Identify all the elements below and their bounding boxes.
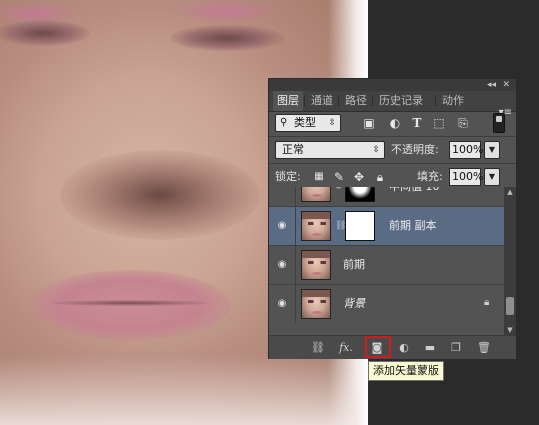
panel-title-bar[interactable]: ◂◂ ✕ (269, 79, 516, 91)
eye-icon: ◉ (277, 298, 287, 309)
image-filter-icon[interactable]: ▣ (361, 115, 377, 131)
chin-highlight (0, 355, 368, 425)
fill-input[interactable]: 100% (449, 168, 484, 186)
left-eyelid-makeup (0, 2, 80, 22)
chevron-updown-icon: ⇳ (372, 145, 380, 155)
tab-divider (435, 95, 436, 107)
search-icon: ⚲ (280, 117, 288, 128)
eye-icon: ◉ (277, 220, 287, 231)
lip-line (50, 300, 210, 306)
divider (269, 163, 516, 164)
lock-all-icon[interactable]: 🔒︎ (372, 169, 388, 185)
layers-panel: ◂◂ ✕ 图层 通道 路径 历史记录 动作 ▾≡ ⚲ 类型 ⇳ ▣ ◐ T ⬚ … (268, 78, 517, 359)
add-mask-highlight (365, 336, 391, 358)
new-layer-icon[interactable]: ❐ (447, 339, 465, 357)
nose-shadow (60, 150, 260, 240)
visibility-toggle[interactable]: ◉ (269, 246, 296, 284)
layer-mask-thumbnail[interactable] (345, 187, 375, 202)
tab-paths[interactable]: 路径 (341, 91, 371, 111)
blend-mode-value: 正常 (282, 143, 304, 156)
tooltip: 添加矢量蒙版 (368, 361, 444, 381)
collapse-panel-icon[interactable]: ◂◂ (487, 79, 496, 91)
tab-divider (304, 95, 305, 107)
layer-name: 前期 副本 (389, 219, 437, 232)
layer-row-early[interactable]: ◉ 前期 (269, 245, 504, 284)
layer-mask-thumbnail[interactable] (345, 211, 375, 241)
fill-slider-button[interactable]: ▼ (484, 168, 500, 186)
right-eye (170, 25, 285, 51)
visibility-toggle[interactable]: ◉ (269, 207, 296, 245)
panel-bottom-bar: ⛓ fx. ◙ ◐ ▬ ❐ 🗑︎ (269, 335, 516, 359)
fx-icon[interactable]: fx. (337, 339, 355, 357)
opacity-slider-button[interactable]: ▼ (484, 141, 500, 159)
adjustment-layer-icon[interactable]: ◐ (395, 339, 413, 357)
layer-name: 中间值 10 (389, 187, 440, 206)
layer-list-scrollbar[interactable]: ▲ ▼ (504, 187, 516, 335)
shape-filter-icon[interactable]: ⬚ (431, 115, 447, 131)
adjustment-filter-icon[interactable]: ◐ (387, 115, 403, 131)
layer-row-median[interactable]: ↺ 中间值 10 (269, 187, 504, 206)
opacity-label: 不透明度: (391, 143, 439, 156)
link-icon[interactable]: ⛓ (309, 339, 327, 357)
opacity-value: 100% (452, 143, 484, 156)
tab-actions[interactable]: 动作 (438, 91, 472, 111)
filter-kind-label: 类型 (294, 116, 316, 129)
tab-divider (372, 95, 373, 107)
layer-name: 背景 (343, 297, 365, 310)
lock-transparency-icon[interactable]: ▦ (311, 169, 327, 185)
type-filter-icon[interactable]: T (409, 115, 425, 131)
close-panel-icon[interactable]: ✕ (502, 79, 510, 91)
layer-list: ↺ 中间值 10 ◉ ⛓ 前期 副本 ◉ 前期 ◉ (269, 187, 504, 335)
visibility-toggle[interactable] (269, 187, 296, 206)
fill-label: 填充: (417, 170, 443, 183)
visibility-toggle[interactable]: ◉ (269, 285, 296, 323)
group-folder-icon[interactable]: ▬ (421, 339, 439, 357)
panel-tabs: 图层 通道 路径 历史记录 动作 ▾≡ (269, 91, 516, 118)
tab-channels[interactable]: 通道 (307, 91, 337, 111)
tab-divider (338, 95, 339, 107)
scroll-up-icon[interactable]: ▲ (504, 187, 516, 197)
chevron-updown-icon: ⇳ (328, 118, 336, 128)
eye-icon: ◉ (277, 259, 287, 270)
layer-thumbnail (301, 187, 331, 202)
scroll-thumb[interactable] (506, 297, 514, 315)
layer-thumbnail (301, 289, 331, 319)
lock-label: 锁定: (275, 170, 301, 183)
right-eyelid-makeup (170, 0, 280, 20)
layer-row-background[interactable]: ◉ 背景 🔒︎ (269, 284, 504, 323)
layer-thumbnail (301, 250, 331, 280)
scroll-down-icon[interactable]: ▼ (504, 325, 516, 335)
lock-icon: 🔒︎ (484, 297, 490, 308)
layer-name: 前期 (343, 258, 365, 271)
fill-value: 100% (452, 170, 484, 183)
layer-row-copy[interactable]: ◉ ⛓ 前期 副本 (269, 206, 504, 245)
trash-icon[interactable]: 🗑︎ (475, 339, 493, 357)
divider (269, 136, 516, 137)
lock-position-icon[interactable]: ✥ (351, 169, 367, 185)
smart-filter-icon: ↺ (335, 187, 343, 192)
left-eye (0, 20, 90, 46)
smart-object-filter-icon[interactable]: ⎘ (455, 115, 471, 131)
filter-toggle[interactable] (493, 113, 505, 133)
mask-link-icon[interactable]: ⛓ (335, 221, 346, 231)
opacity-input[interactable]: 100% (449, 141, 484, 159)
lock-brush-icon[interactable]: ✎ (331, 169, 347, 185)
blend-mode-dropdown[interactable]: 正常 ⇳ (275, 141, 385, 159)
tab-layers[interactable]: 图层 (273, 91, 303, 111)
tab-history[interactable]: 历史记录 (375, 91, 433, 111)
layer-thumbnail (301, 211, 331, 241)
filter-kind-dropdown[interactable]: ⚲ 类型 ⇳ (275, 114, 341, 132)
